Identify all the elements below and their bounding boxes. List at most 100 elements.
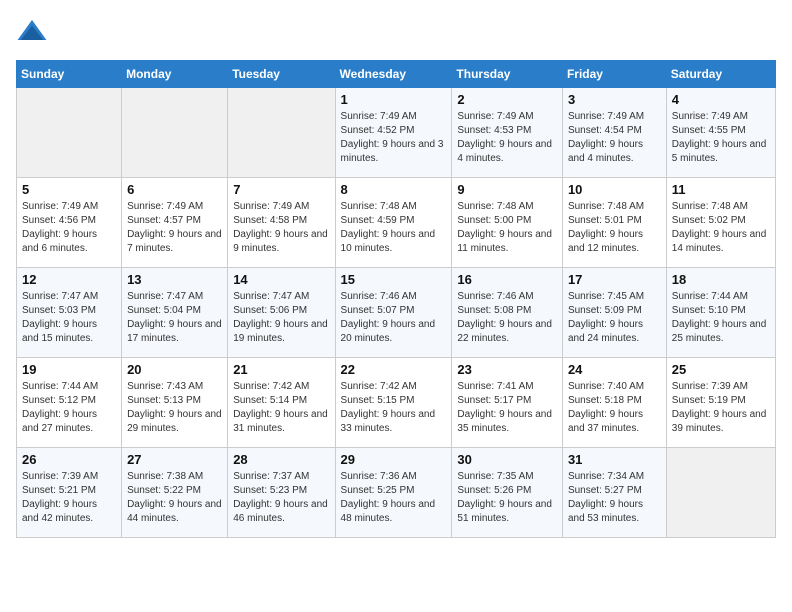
calendar-week-1: 1 Sunrise: 7:49 AM Sunset: 4:52 PM Daylig… (17, 88, 776, 178)
day-info: Sunrise: 7:34 AM Sunset: 5:27 PM Dayligh… (568, 470, 661, 526)
day-number: 4 (672, 92, 770, 107)
day-info: Sunrise: 7:48 AM Sunset: 5:01 PM Dayligh… (568, 200, 661, 256)
day-number: 30 (457, 452, 557, 467)
day-info: Sunrise: 7:39 AM Sunset: 5:19 PM Dayligh… (672, 380, 770, 436)
calendar-cell: 8 Sunrise: 7:48 AM Sunset: 4:59 PM Daylig… (335, 178, 452, 268)
day-info: Sunrise: 7:49 AM Sunset: 4:54 PM Dayligh… (568, 110, 661, 166)
calendar-cell: 10 Sunrise: 7:48 AM Sunset: 5:01 PM Dayli… (562, 178, 666, 268)
day-info: Sunrise: 7:36 AM Sunset: 5:25 PM Dayligh… (341, 470, 447, 526)
calendar-header-row: SundayMondayTuesdayWednesdayThursdayFrid… (17, 61, 776, 88)
calendar-cell: 2 Sunrise: 7:49 AM Sunset: 4:53 PM Daylig… (452, 88, 563, 178)
calendar-cell (122, 88, 228, 178)
day-info: Sunrise: 7:47 AM Sunset: 5:03 PM Dayligh… (22, 290, 116, 346)
day-number: 31 (568, 452, 661, 467)
calendar-cell: 21 Sunrise: 7:42 AM Sunset: 5:14 PM Dayli… (228, 358, 335, 448)
day-info: Sunrise: 7:39 AM Sunset: 5:21 PM Dayligh… (22, 470, 116, 526)
calendar-cell: 15Sunrise: 7:46 AM Sunset: 5:07 PM Dayli… (335, 268, 452, 358)
calendar-cell: 13 Sunrise: 7:47 AM Sunset: 5:04 PM Dayli… (122, 268, 228, 358)
calendar-cell: 24 Sunrise: 7:40 AM Sunset: 5:18 PM Dayli… (562, 358, 666, 448)
calendar-cell: 25 Sunrise: 7:39 AM Sunset: 5:19 PM Dayli… (666, 358, 775, 448)
day-info: Sunrise: 7:35 AM Sunset: 5:26 PM Dayligh… (457, 470, 557, 526)
day-number: 13 (127, 272, 222, 287)
day-info: Sunrise: 7:42 AM Sunset: 5:15 PM Dayligh… (341, 380, 447, 436)
day-number: 29 (341, 452, 447, 467)
calendar-cell: 9 Sunrise: 7:48 AM Sunset: 5:00 PM Daylig… (452, 178, 563, 268)
header-tuesday: Tuesday (228, 61, 335, 88)
day-info: Sunrise: 7:49 AM Sunset: 4:55 PM Dayligh… (672, 110, 770, 166)
calendar-cell: 7 Sunrise: 7:49 AM Sunset: 4:58 PM Daylig… (228, 178, 335, 268)
day-info: Sunrise: 7:49 AM Sunset: 4:58 PM Dayligh… (233, 200, 329, 256)
day-info: Sunrise: 7:49 AM Sunset: 4:53 PM Dayligh… (457, 110, 557, 166)
day-info: Sunrise: 7:48 AM Sunset: 5:02 PM Dayligh… (672, 200, 770, 256)
calendar-cell: 17Sunrise: 7:45 AM Sunset: 5:09 PM Dayli… (562, 268, 666, 358)
day-number: 28 (233, 452, 329, 467)
day-number: 22 (341, 362, 447, 377)
calendar-week-3: 12 Sunrise: 7:47 AM Sunset: 5:03 PM Dayli… (17, 268, 776, 358)
day-number: 7 (233, 182, 329, 197)
day-info: Sunrise: 7:44 AM Sunset: 5:10 PM Dayligh… (672, 290, 770, 346)
day-info: Sunrise: 7:48 AM Sunset: 5:00 PM Dayligh… (457, 200, 557, 256)
calendar-cell: 5 Sunrise: 7:49 AM Sunset: 4:56 PM Daylig… (17, 178, 122, 268)
day-number: 23 (457, 362, 557, 377)
day-number: 18 (672, 272, 770, 287)
calendar-cell: 20 Sunrise: 7:43 AM Sunset: 5:13 PM Dayli… (122, 358, 228, 448)
calendar-cell: 4 Sunrise: 7:49 AM Sunset: 4:55 PM Daylig… (666, 88, 775, 178)
logo (16, 16, 52, 48)
day-number: 24 (568, 362, 661, 377)
day-info: Sunrise: 7:41 AM Sunset: 5:17 PM Dayligh… (457, 380, 557, 436)
day-number: 20 (127, 362, 222, 377)
calendar-cell: 16Sunrise: 7:46 AM Sunset: 5:08 PM Dayli… (452, 268, 563, 358)
day-number: 27 (127, 452, 222, 467)
header-thursday: Thursday (452, 61, 563, 88)
calendar-cell (228, 88, 335, 178)
day-info: Sunrise: 7:42 AM Sunset: 5:14 PM Dayligh… (233, 380, 329, 436)
day-info: Sunrise: 7:46 AM Sunset: 5:07 PM Dayligh… (341, 290, 447, 346)
calendar-cell: 28 Sunrise: 7:37 AM Sunset: 5:23 PM Dayli… (228, 448, 335, 538)
calendar-cell: 12 Sunrise: 7:47 AM Sunset: 5:03 PM Dayli… (17, 268, 122, 358)
day-info: Sunrise: 7:38 AM Sunset: 5:22 PM Dayligh… (127, 470, 222, 526)
day-number: 12 (22, 272, 116, 287)
day-info: Sunrise: 7:37 AM Sunset: 5:23 PM Dayligh… (233, 470, 329, 526)
logo-icon (16, 16, 48, 48)
calendar-cell: 1 Sunrise: 7:49 AM Sunset: 4:52 PM Daylig… (335, 88, 452, 178)
calendar-cell (666, 448, 775, 538)
calendar-cell: 19Sunrise: 7:44 AM Sunset: 5:12 PM Dayli… (17, 358, 122, 448)
calendar-cell: 11 Sunrise: 7:48 AM Sunset: 5:02 PM Dayli… (666, 178, 775, 268)
day-info: Sunrise: 7:47 AM Sunset: 5:04 PM Dayligh… (127, 290, 222, 346)
day-info: Sunrise: 7:40 AM Sunset: 5:18 PM Dayligh… (568, 380, 661, 436)
header-saturday: Saturday (666, 61, 775, 88)
day-info: Sunrise: 7:49 AM Sunset: 4:57 PM Dayligh… (127, 200, 222, 256)
day-number: 25 (672, 362, 770, 377)
calendar-cell: 30 Sunrise: 7:35 AM Sunset: 5:26 PM Dayli… (452, 448, 563, 538)
calendar-week-4: 19Sunrise: 7:44 AM Sunset: 5:12 PM Dayli… (17, 358, 776, 448)
day-number: 14 (233, 272, 329, 287)
calendar-cell: 18 Sunrise: 7:44 AM Sunset: 5:10 PM Dayli… (666, 268, 775, 358)
day-number: 3 (568, 92, 661, 107)
day-info: Sunrise: 7:48 AM Sunset: 4:59 PM Dayligh… (341, 200, 447, 256)
day-number: 26 (22, 452, 116, 467)
day-info: Sunrise: 7:49 AM Sunset: 4:56 PM Dayligh… (22, 200, 116, 256)
day-number: 5 (22, 182, 116, 197)
calendar-cell: 6 Sunrise: 7:49 AM Sunset: 4:57 PM Daylig… (122, 178, 228, 268)
day-number: 1 (341, 92, 447, 107)
day-number: 2 (457, 92, 557, 107)
page-header (16, 16, 776, 48)
calendar-cell: 27 Sunrise: 7:38 AM Sunset: 5:22 PM Dayli… (122, 448, 228, 538)
calendar-cell: 14 Sunrise: 7:47 AM Sunset: 5:06 PM Dayli… (228, 268, 335, 358)
calendar-table: SundayMondayTuesdayWednesdayThursdayFrid… (16, 60, 776, 538)
header-wednesday: Wednesday (335, 61, 452, 88)
day-number: 9 (457, 182, 557, 197)
header-monday: Monday (122, 61, 228, 88)
day-info: Sunrise: 7:47 AM Sunset: 5:06 PM Dayligh… (233, 290, 329, 346)
calendar-cell: 29 Sunrise: 7:36 AM Sunset: 5:25 PM Dayli… (335, 448, 452, 538)
day-info: Sunrise: 7:43 AM Sunset: 5:13 PM Dayligh… (127, 380, 222, 436)
day-number: 8 (341, 182, 447, 197)
calendar-cell: 26 Sunrise: 7:39 AM Sunset: 5:21 PM Dayli… (17, 448, 122, 538)
day-number: 21 (233, 362, 329, 377)
day-number: 6 (127, 182, 222, 197)
day-number: 17 (568, 272, 661, 287)
day-info: Sunrise: 7:49 AM Sunset: 4:52 PM Dayligh… (341, 110, 447, 166)
day-number: 11 (672, 182, 770, 197)
calendar-cell: 31 Sunrise: 7:34 AM Sunset: 5:27 PM Dayli… (562, 448, 666, 538)
day-number: 10 (568, 182, 661, 197)
